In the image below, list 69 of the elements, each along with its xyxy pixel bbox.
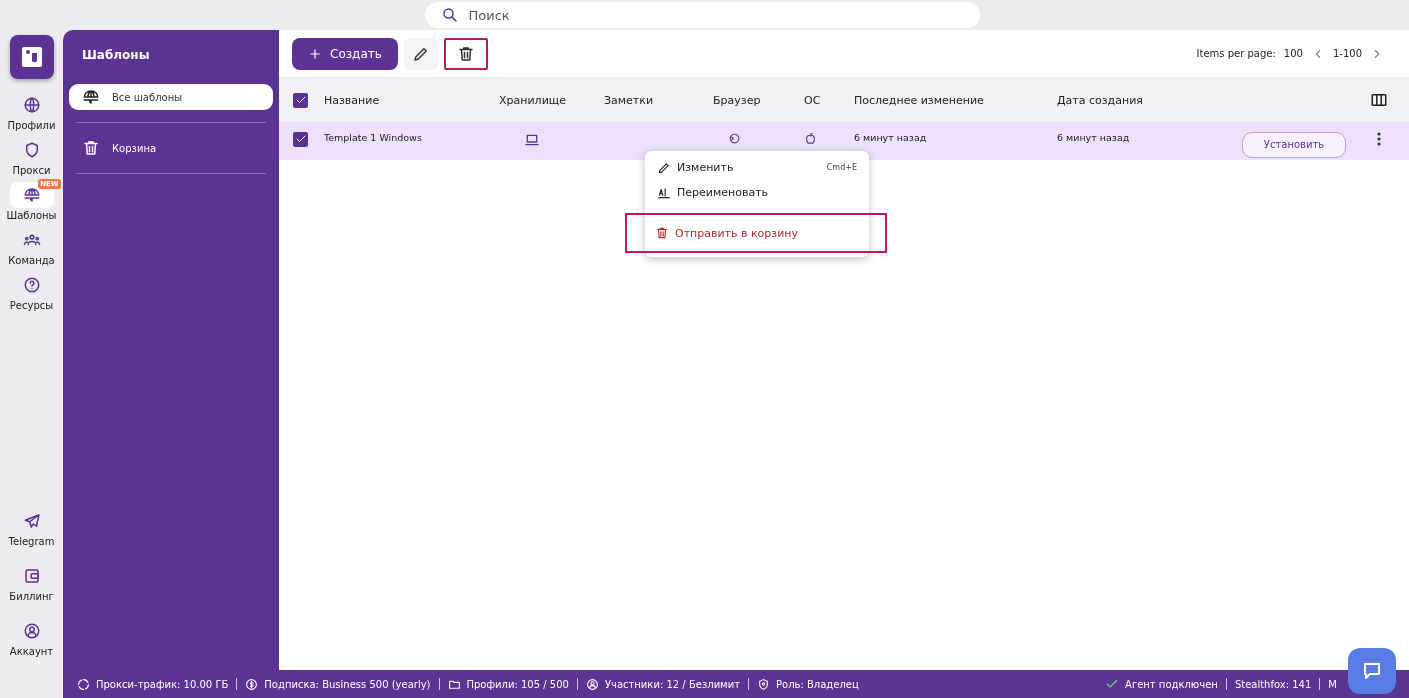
logo-icon[interactable]	[9, 35, 54, 79]
status-item: Профили: 105 / 500	[466, 678, 569, 690]
status-item: Участники: 12 / Безлимит	[604, 678, 740, 690]
edit-button[interactable]	[403, 37, 438, 70]
column-header[interactable]: Дата создания	[1057, 93, 1242, 107]
check-icon	[294, 94, 307, 106]
account-icon	[22, 622, 41, 640]
delete-button[interactable]	[443, 37, 488, 70]
table-row[interactable]: Template 1 Windows 6 минут назад 6 минут назад Установить	[279, 122, 1409, 160]
trash-icon	[82, 139, 100, 157]
sidebar-item[interactable]: Корзина	[69, 135, 273, 161]
plus-icon	[308, 46, 322, 61]
telegram-icon	[22, 512, 41, 530]
column-header[interactable]: Последнее изменение	[854, 93, 1057, 107]
umbrella-icon	[22, 186, 41, 204]
shortcut-label: Cmd+E	[826, 163, 857, 172]
row-checkbox[interactable]	[293, 131, 308, 147]
status-item: Подписка: Business 500 (yearly)	[264, 678, 431, 690]
search-bar[interactable]: Поиск	[424, 2, 980, 28]
status-item: Прокси-трафик: 10.00 ГБ	[96, 678, 229, 690]
column-header[interactable]: Заметки	[604, 93, 713, 107]
sidebar-title: Шаблоны	[81, 47, 151, 64]
badge-icon	[757, 677, 770, 691]
nav-item[interactable]: Telegram	[1, 505, 62, 550]
globe-icon	[22, 96, 41, 114]
apple-icon	[804, 131, 817, 145]
umbrella-icon	[82, 88, 100, 106]
rename-icon	[657, 185, 671, 200]
trash-icon	[456, 44, 475, 63]
table-cell-text: 6 минут назад	[854, 131, 928, 143]
kebab-icon[interactable]	[1377, 131, 1381, 146]
chat-button[interactable]	[1348, 648, 1396, 694]
nav-item[interactable]: Прокси	[1, 134, 62, 179]
menu-item[interactable]: Переименовать	[645, 180, 869, 205]
check-icon	[294, 133, 307, 145]
column-header[interactable]: Хранилище	[499, 93, 604, 107]
status-item: Роль: Владелец	[776, 678, 859, 690]
status-item: M	[1328, 678, 1337, 690]
user-icon	[585, 677, 599, 691]
select-all-checkbox[interactable]	[293, 92, 308, 108]
column-header[interactable]: ОС	[804, 93, 854, 107]
nav-item[interactable]: Команда	[1, 224, 62, 269]
nav-item[interactable]: Ресурсы	[1, 269, 62, 314]
wallet-icon	[22, 567, 41, 585]
per-page-value[interactable]: 100	[1283, 48, 1303, 59]
menu-item[interactable]: Отправить в корзину	[625, 213, 887, 253]
help-icon	[22, 276, 41, 294]
page-range: 1-100	[1332, 48, 1362, 59]
column-header[interactable]: Название	[324, 93, 499, 107]
per-page-label: Items per page:	[1196, 48, 1276, 59]
status-item: Stealthfox: 141	[1234, 678, 1312, 690]
nav-item[interactable]: Профили	[1, 89, 62, 134]
status-item: Агент подключен	[1125, 678, 1218, 690]
columns-icon	[1370, 91, 1388, 109]
sidebar-item[interactable]: Все шаблоны	[69, 84, 273, 110]
column-header[interactable]: Браузер	[713, 93, 804, 107]
nav-item[interactable]: Биллинг	[1, 560, 62, 605]
install-button[interactable]: Установить	[1242, 131, 1346, 158]
table-cell-text: 6 минут назад	[1057, 131, 1131, 143]
create-button[interactable]: Создать	[292, 37, 398, 70]
edit-icon	[657, 160, 671, 175]
table-cell-text: Template 1 Windows	[324, 131, 423, 143]
nav-item[interactable]: Аккаунт	[1, 615, 62, 660]
trash-icon	[655, 226, 669, 240]
dollar-icon	[245, 677, 259, 691]
search-field[interactable]: Поиск	[466, 6, 964, 24]
search-icon	[440, 6, 459, 24]
traffic-icon	[77, 677, 90, 691]
check-icon	[1105, 677, 1120, 691]
